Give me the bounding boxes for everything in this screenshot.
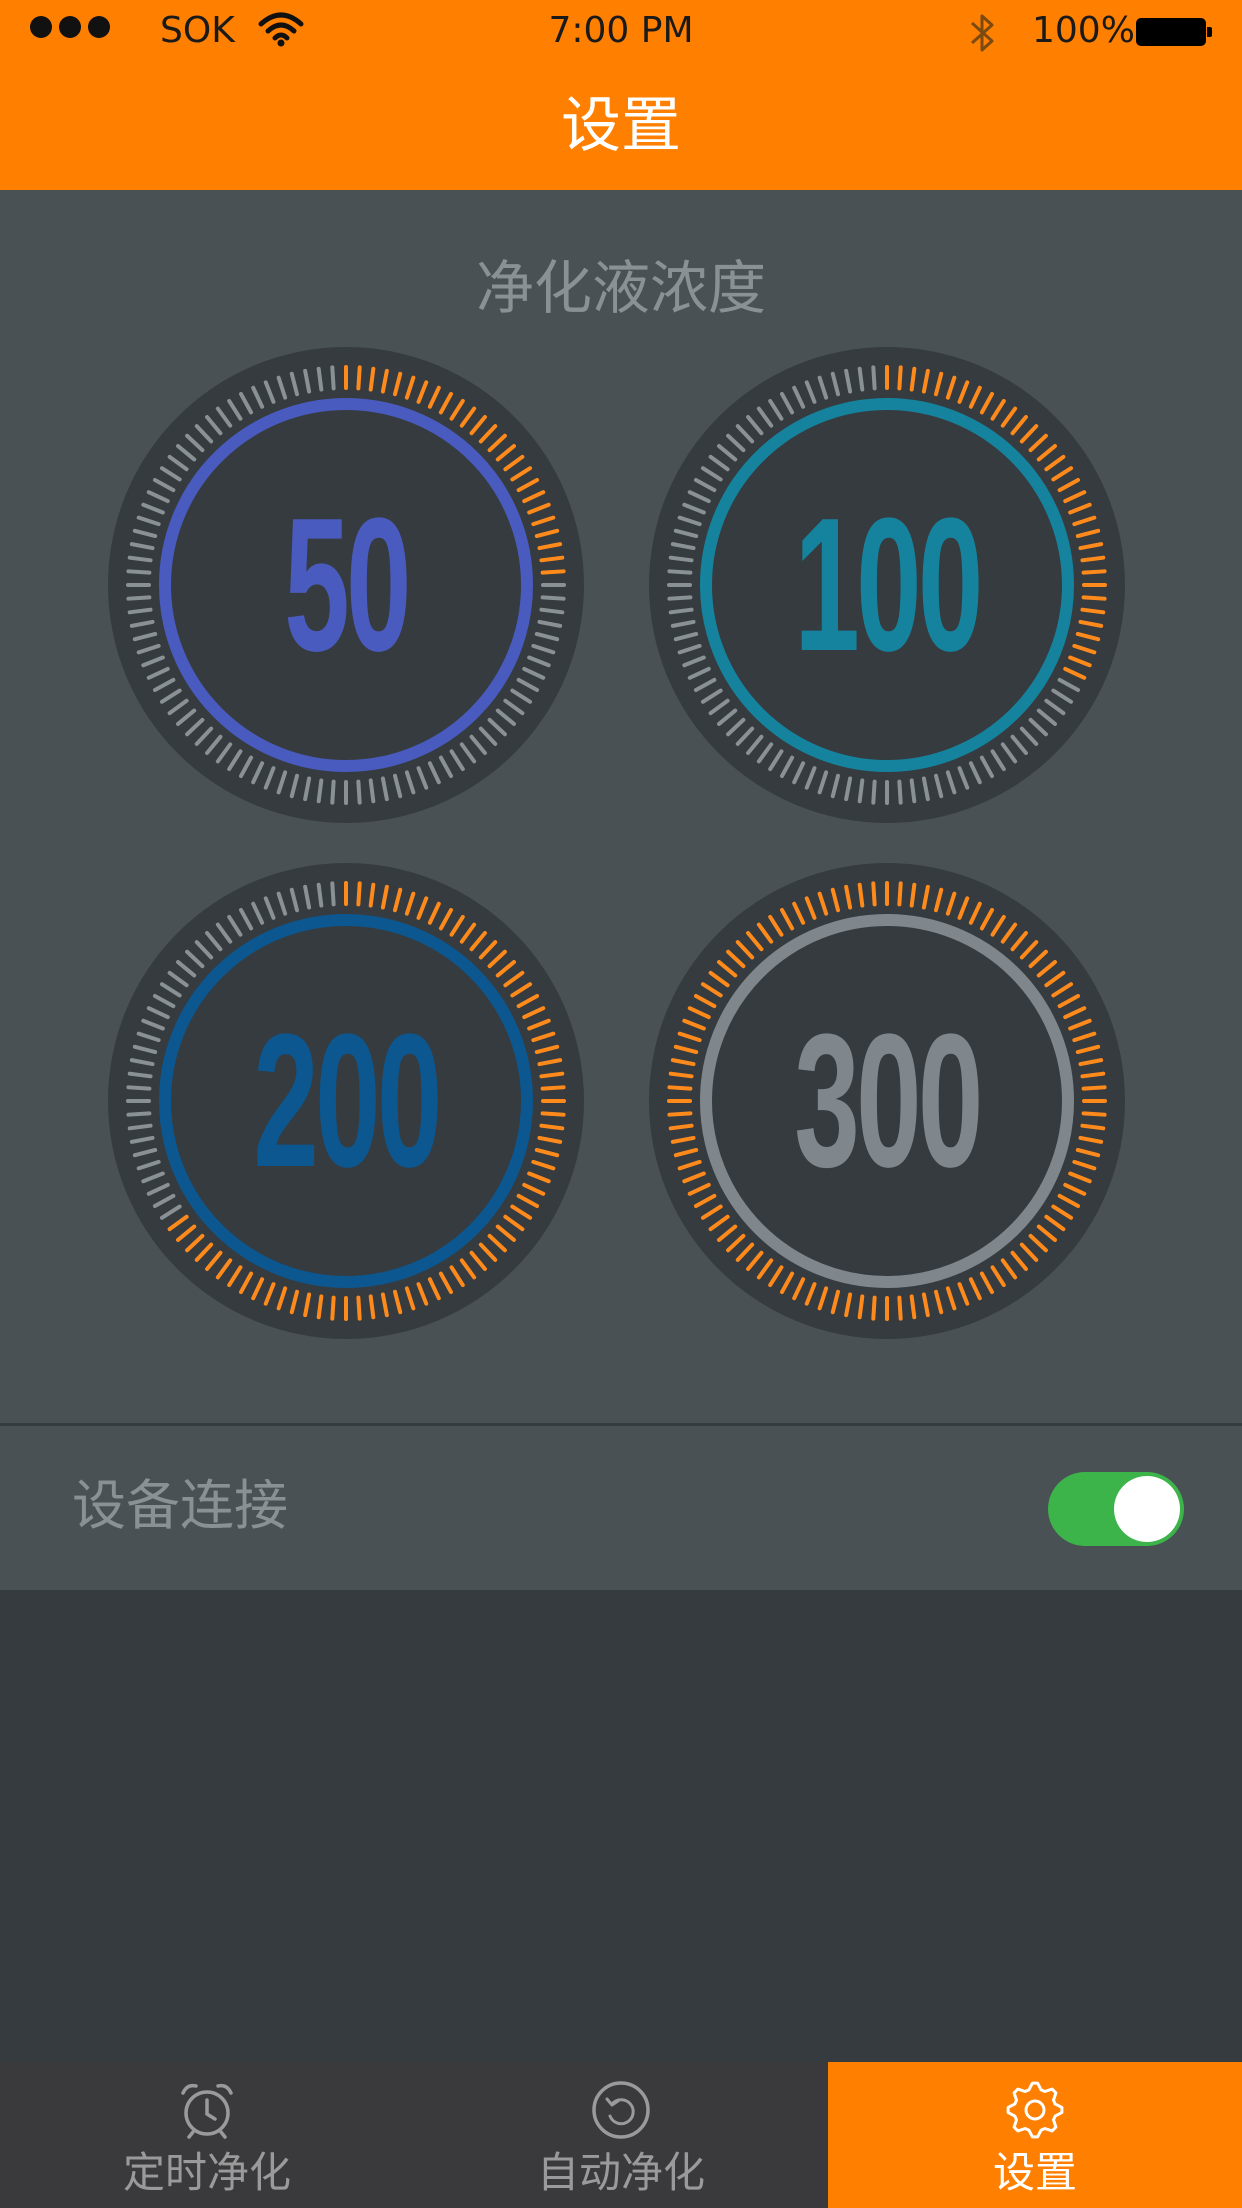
dial-tick (126, 569, 152, 575)
toggle-knob (1114, 1476, 1180, 1542)
dial-tick (667, 569, 693, 575)
dial-tick-active (540, 1085, 566, 1091)
gear-icon (1006, 2081, 1064, 2139)
concentration-dial-50[interactable]: 50 (108, 347, 584, 823)
dial-tick-active (540, 569, 566, 575)
bluetooth-icon (970, 14, 994, 52)
tab-timed-purify[interactable]: 定时净化 (0, 2062, 414, 2208)
concentration-dial-100[interactable]: 100 (649, 347, 1125, 823)
device-connection-label: 设备连接 (72, 1474, 288, 1537)
dial-tick-active (668, 1123, 694, 1131)
alarm-clock-icon (181, 2083, 233, 2139)
header: SOK 7:00 PM 100% 设置 (0, 0, 1242, 190)
dial-tick (127, 1071, 153, 1079)
concentration-panel: 净化液浓度 50 100 200 300 (0, 190, 1242, 1423)
dial-tick-active (1081, 1085, 1107, 1091)
concentration-dial-200[interactable]: 200 (108, 863, 584, 1339)
dial-tick (667, 595, 693, 601)
dial-tick (539, 607, 565, 615)
dial-tick (668, 555, 694, 563)
dial-tick-active (539, 1071, 565, 1079)
dial-tick (126, 595, 152, 601)
dial-value: 50 (284, 479, 411, 691)
dial-value: 300 (794, 995, 983, 1207)
dial-tick (126, 1085, 152, 1091)
concentration-dial-300[interactable]: 300 (649, 863, 1125, 1339)
dial-tick (127, 1123, 153, 1131)
concentration-title: 净化液浓度 (475, 254, 766, 322)
tab-settings[interactable]: 设置 (828, 2062, 1242, 2208)
dial-tick-active (1081, 1111, 1107, 1117)
tab-label: 设置 (992, 2148, 1077, 2197)
refresh-icon (592, 2081, 650, 2139)
dial-tick-active (667, 1111, 693, 1117)
dial-tick-active (1080, 607, 1106, 615)
dial-tick-active (539, 555, 565, 563)
dial-tick-active (1080, 1071, 1106, 1079)
device-connection-row: 设备连接 (0, 1426, 1242, 1590)
dial-tick (540, 595, 566, 601)
tab-label: 定时净化 (122, 2148, 291, 2197)
device-connection-toggle[interactable] (1048, 1472, 1184, 1546)
dial-tick-active (540, 1111, 566, 1117)
dial-tick-active (1080, 555, 1106, 563)
dial-tick-active (1080, 1123, 1106, 1131)
dial-tick (668, 607, 694, 615)
dial-tick (126, 1111, 152, 1117)
dial-value: 100 (794, 479, 983, 691)
dial-tick-active (539, 1123, 565, 1131)
status-bar: SOK 7:00 PM 100% (0, 0, 1242, 66)
app-root: SOK 7:00 PM 100% 设置 净化液浓度 50 100 200 300… (0, 0, 1242, 2208)
battery-icon (1136, 18, 1212, 46)
dial-tick-active (667, 1085, 693, 1091)
tab-auto-purify[interactable]: 自动净化 (414, 2062, 828, 2208)
dial-tick-active (668, 1071, 694, 1079)
tab-label: 自动净化 (536, 2148, 705, 2197)
tab-bar: 定时净化 自动净化 设置 (0, 2062, 1242, 2208)
dial-tick-active (1081, 595, 1107, 601)
page-title: 设置 (561, 91, 681, 161)
dial-tick (127, 607, 153, 615)
dial-tick-active (1081, 569, 1107, 575)
dial-tick (127, 555, 153, 563)
dial-value: 200 (253, 995, 442, 1207)
battery-percent: 100% (1032, 10, 1135, 51)
